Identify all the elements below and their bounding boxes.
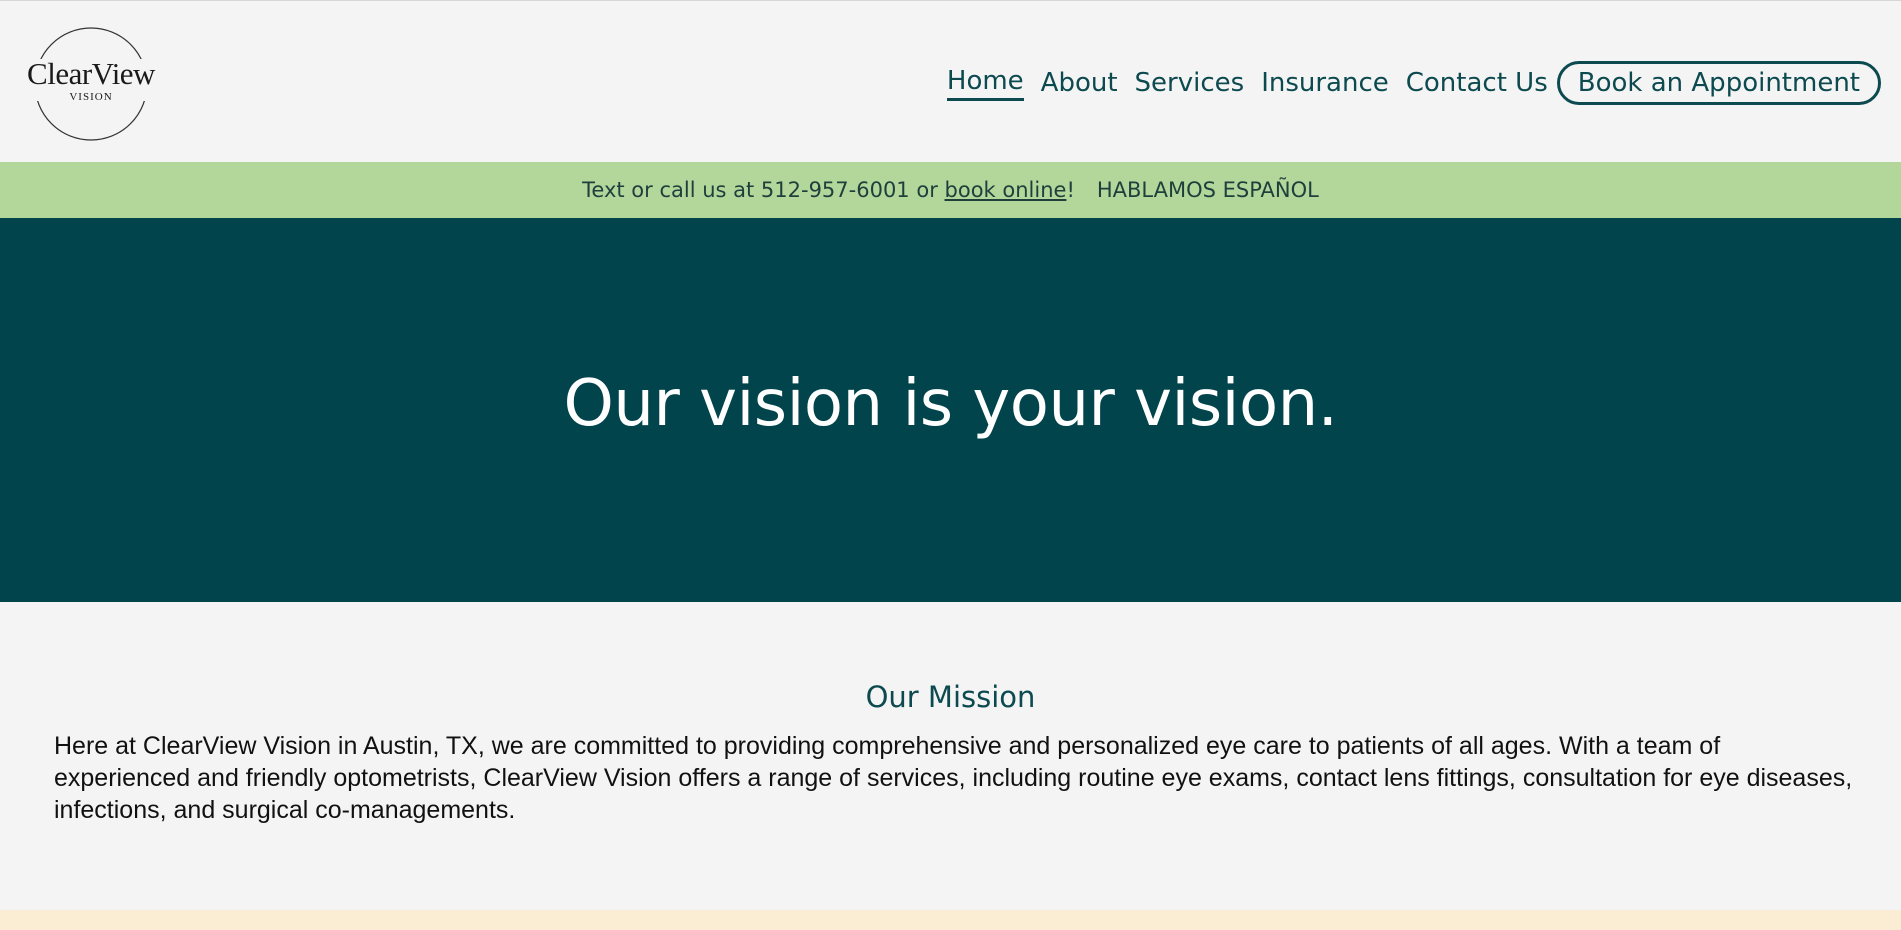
logo-subtitle: VISION [69, 91, 113, 103]
nav-contact-us[interactable]: Contact Us [1406, 65, 1548, 101]
main-nav: Home About Services Insurance Contact Us… [930, 61, 1881, 105]
book-online-link[interactable]: book online [945, 178, 1067, 202]
hero-banner: Our vision is your vision. [0, 218, 1901, 602]
nav-insurance[interactable]: Insurance [1261, 65, 1389, 101]
footer-strip [0, 910, 1901, 930]
announce-contact-text: Text or call us at 512-957-6001 or [582, 178, 945, 202]
announce-exclaim: ! [1066, 178, 1075, 202]
mission-title: Our Mission [865, 680, 1036, 714]
clearview-logo[interactable]: ClearView VISION [20, 23, 162, 145]
spanish-notice: HABLAMOS ESPAÑOL [1096, 178, 1319, 202]
announcement-bar: Text or call us at 512-957-6001 or book … [0, 162, 1901, 218]
nav-services[interactable]: Services [1135, 65, 1245, 101]
nav-home[interactable]: Home [946, 65, 1024, 101]
logo-name: ClearView [27, 56, 155, 91]
mission-body: Here at ClearView Vision in Austin, TX, … [54, 732, 1853, 824]
nav-about[interactable]: About [1041, 65, 1118, 101]
book-appointment-button[interactable]: Book an Appointment [1556, 61, 1881, 105]
hero-headline: Our vision is your vision. [563, 367, 1339, 441]
site-header: ClearView VISION Home About Services Ins… [0, 1, 1901, 162]
